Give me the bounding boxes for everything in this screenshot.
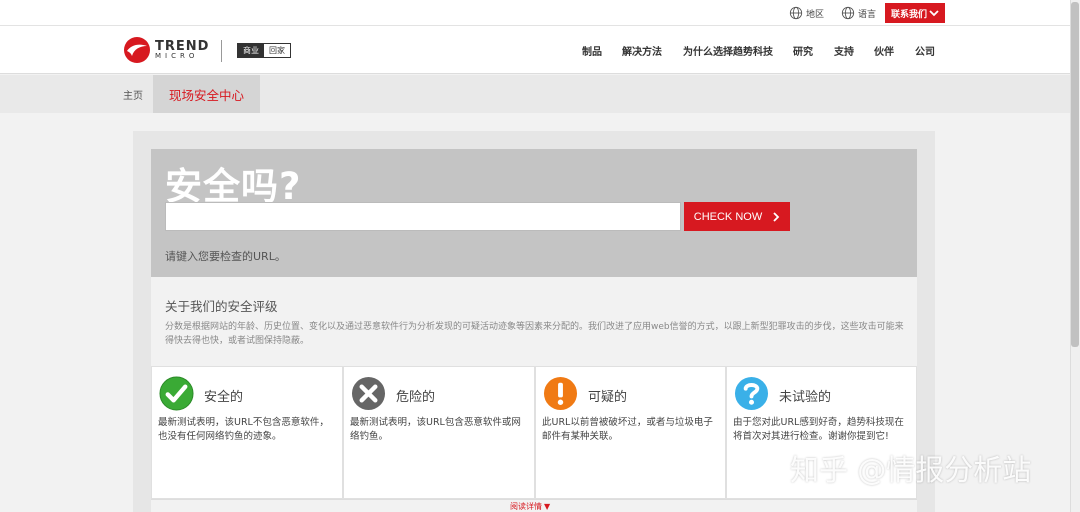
divider [151,499,917,500]
ratings-title: 关于我们的安全评级 [165,299,278,314]
breadcrumb-home-link[interactable]: 主页 [123,87,143,102]
trend-micro-logo[interactable]: TREND MICRO [123,36,209,64]
read-more-link[interactable]: 阅读详情 ▼ [510,501,550,512]
logo-divider [221,40,222,62]
globe-icon [789,6,803,20]
globe-icon [841,6,855,20]
rating-suspicious-text: 此URL以前曾被破坏过，或者与垃圾电子邮件有某种关联。 [542,417,713,442]
exclamation-icon [543,376,578,411]
rating-safe-card: 安全的 最新测试表明，该URL不包含恶意软件，也没有任何网络钓鱼的迹象。 [151,366,343,499]
chevron-down-icon [929,10,939,17]
segment-business[interactable]: 商业 [238,44,264,57]
contact-us-button[interactable]: 联系我们 [885,3,945,23]
nav-item-products[interactable]: 制品 [582,43,602,58]
rating-dangerous-card: 危险的 最新测试表明，该URL包含恶意软件或网络钓鱼。 [343,366,535,499]
region-label: 地区 [806,9,825,20]
language-label: 语言 [858,9,877,20]
nav-item-company[interactable]: 公司 [915,43,935,58]
rating-suspicious-card: 可疑的 此URL以前曾被破坏过，或者与垃圾电子邮件有某种关联。 [535,366,726,499]
triangle-down-icon: ▼ [544,502,551,511]
logo-wordmark-bottom: MICRO [155,52,199,60]
ratings-description: 分数是根据网站的年龄、历史位置、变化以及通过恶意软件行为分析发现的可疑活动迹象等… [165,322,904,346]
question-icon [734,376,769,411]
nav-item-research[interactable]: 研究 [793,43,813,58]
url-input[interactable] [165,202,681,231]
language-selector[interactable]: 语言 [841,6,876,20]
breadcrumb: 主页 现场安全中心 [0,75,1070,113]
chevron-right-icon [773,211,780,222]
rating-dangerous-label: 危险的 [396,390,436,405]
nav-item-partners[interactable]: 伙伴 [874,43,894,58]
region-selector[interactable]: 地区 [789,6,824,20]
check-icon [159,376,194,411]
url-hint-text: 请键入您要检查的URL。 [165,250,286,263]
rating-dangerous-text: 最新测试表明，该URL包含恶意软件或网络钓鱼。 [350,417,521,442]
rating-suspicious-label: 可疑的 [588,390,628,405]
scrollbar-thumb[interactable] [1071,2,1079,347]
utility-bar: 地区 语言 联系我们 [0,0,1070,26]
check-now-label: CHECK NOW [693,210,763,223]
rating-safe-text: 最新测试表明，该URL不包含恶意软件，也没有任何网络钓鱼的迹象。 [158,417,329,442]
nav-item-why-trend[interactable]: 为什么选择趋势科技 [683,43,773,58]
site-header: TREND MICRO 商业 回家 制品 解决方法 为什么选择趋势科技 研究 支… [0,26,1070,74]
rating-untested-label: 未试验的 [779,390,832,405]
trend-micro-ball-icon [124,37,150,63]
rating-untested-text: 由于您对此URL感到好奇，趋势科技现在将首次对其进行检查。谢谢你提到它! [733,417,904,442]
segment-switch: 商业 回家 [237,43,291,58]
read-more-label: 阅读详情 [510,502,542,511]
nav-item-solutions[interactable]: 解决方法 [622,43,662,58]
segment-home[interactable]: 回家 [264,44,290,57]
breadcrumb-current: 现场安全中心 [153,75,260,113]
check-now-button[interactable]: CHECK NOW [684,202,790,231]
watermark-text: 知乎 @情报分析站 [790,453,1032,487]
rating-safe-label: 安全的 [204,390,244,405]
x-icon [351,376,386,411]
page-scrollbar[interactable] [1070,0,1080,512]
contact-label: 联系我们 [890,9,927,20]
nav-item-support[interactable]: 支持 [834,43,854,58]
